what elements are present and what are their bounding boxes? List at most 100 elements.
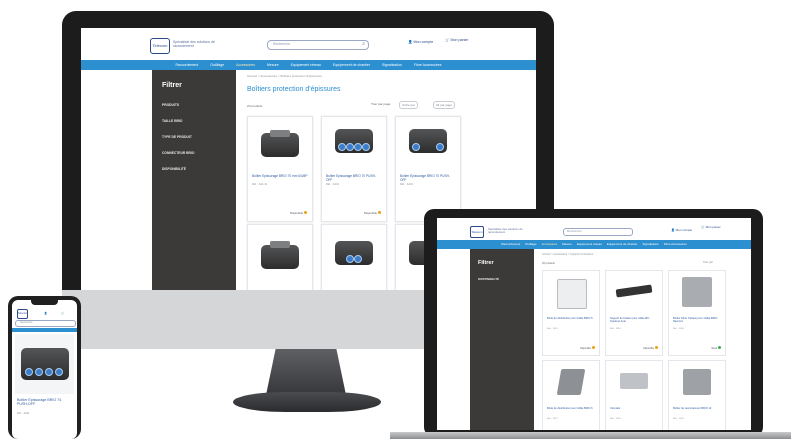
- nav-item-active[interactable]: Accessoires: [234, 60, 257, 70]
- nav-item[interactable]: Fibre Accessoires: [412, 60, 444, 70]
- product-image: [335, 129, 373, 153]
- nav-item[interactable]: Equipement réseau: [577, 240, 602, 249]
- product-image: [557, 279, 587, 309]
- nav-item[interactable]: Mesure: [562, 240, 572, 249]
- filter-title: Filtrer: [478, 260, 494, 266]
- nav-item[interactable]: Mesure: [265, 60, 281, 70]
- product-title[interactable]: Boîte de distribution pour Câble BRIO 5: [547, 317, 597, 320]
- desktop-sort-select[interactable]: Ordre par: [399, 101, 418, 109]
- filter-item[interactable]: DISPONIBILITÉ: [478, 277, 499, 281]
- product-card[interactable]: [247, 224, 313, 290]
- search-icon[interactable]: ⌕: [362, 41, 365, 47]
- product-card[interactable]: Boîte de distribution pour Câble BRIO 5 …: [542, 270, 600, 356]
- nav-item[interactable]: Signalisation: [642, 240, 658, 249]
- filter-item[interactable]: TYPE DE PRODUIT: [162, 135, 192, 139]
- filter-item[interactable]: DISPONIBILITÉ: [162, 167, 186, 171]
- nav-item[interactable]: Equipement réseau: [289, 60, 323, 70]
- desktop-monitor-stand-base: [233, 392, 381, 412]
- user-icon: 👤: [408, 40, 413, 44]
- laptop-sort-select[interactable]: Trier par: [703, 261, 713, 264]
- product-availability: Disponible: [290, 211, 307, 215]
- product-image: [683, 369, 711, 395]
- product-title[interactable]: Boîtier Epissurage BRIO 70 mm 6/4/8P: [252, 174, 308, 178]
- product-availability: Stock: [711, 346, 721, 350]
- desktop-search-placeholder: Recherche: [273, 42, 290, 46]
- product-card[interactable]: Boîtier Epissurage BRIO 70 PUSH-OFF Réf.…: [321, 116, 387, 222]
- filter-item[interactable]: PRODUITS: [162, 103, 179, 107]
- product-image: [409, 129, 447, 153]
- product-ref: Réf. : 4A1-11: [252, 183, 268, 186]
- laptop-base: [390, 432, 791, 439]
- filter-item[interactable]: TAILLE BRIO: [162, 119, 182, 123]
- laptop-search-input[interactable]: Recherche: [563, 228, 633, 236]
- product-title[interactable]: Boîtier Epissurage BRIO 70 PUSH-OFF: [400, 174, 456, 182]
- nav-item-active[interactable]: Accessoires: [542, 240, 558, 249]
- phone-product-image: [15, 334, 74, 394]
- desktop-search-input[interactable]: Recherche ⌕: [267, 40, 369, 50]
- stock-dot-icon: [378, 211, 381, 214]
- product-title[interactable]: Support de fixation pour câble Ø6 - Syst…: [610, 317, 660, 323]
- laptop-filter-sidebar: Filtrer DISPONIBILITÉ: [470, 249, 534, 430]
- product-image: [556, 369, 586, 395]
- product-availability: Disponible: [643, 346, 658, 350]
- desktop-account-link[interactable]: 👤 Mon compte: [408, 40, 433, 44]
- desktop-filter-sidebar: Filtrer PRODUITS TAILLE BRIO TYPE DE PRO…: [152, 70, 236, 290]
- product-title[interactable]: Clé plate: [610, 407, 660, 410]
- laptop-main-nav: Raccordement Outillage Accessoires Mesur…: [437, 240, 751, 249]
- phone-product-ref: Réf. : 4A01: [17, 412, 30, 415]
- nav-item[interactable]: Raccordement: [501, 240, 520, 249]
- desktop-logo[interactable]: Telecom: [150, 38, 170, 54]
- desktop-cart-link[interactable]: 🛒 Mon panier: [445, 38, 468, 42]
- filter-item[interactable]: CONNECTEUR BRIO: [162, 151, 194, 155]
- product-card[interactable]: Boîtier Fibre Optique pour Câble BRIO Ra…: [668, 270, 726, 356]
- product-ref: Réf. : 1015: [547, 328, 558, 330]
- stock-dot-icon: [304, 211, 307, 214]
- laptop-account-link[interactable]: 👤 Mon compte: [671, 228, 692, 232]
- nav-item[interactable]: Outillage: [208, 60, 226, 70]
- product-title[interactable]: Boîtier de raccordement BRIO 12: [673, 407, 723, 410]
- product-ref: Réf. : 4A01: [326, 183, 339, 186]
- phone-screen: Telecom 👤 🛒 Recherche Boîtier Epissurage…: [12, 300, 77, 439]
- product-image: [620, 373, 648, 389]
- desktop-main-nav: Raccordement Outillage Accessoires Mesur…: [81, 60, 536, 70]
- product-title[interactable]: Boîtier Fibre Optique pour Câble BRIO Ra…: [673, 317, 723, 323]
- phone-logo[interactable]: Telecom: [17, 309, 28, 319]
- product-ref: Réf. : 1018: [610, 418, 621, 420]
- nav-item[interactable]: Equipement de chantier: [331, 60, 372, 70]
- desktop-product-count: 20 produits: [247, 104, 263, 108]
- phone-account-icon[interactable]: 👤: [44, 312, 47, 315]
- product-ref: Réf. : 1016: [610, 328, 621, 330]
- phone-notch: [31, 300, 58, 305]
- nav-item[interactable]: Signalisation: [380, 60, 404, 70]
- product-card[interactable]: Support de fixation pour câble Ø6 - Syst…: [605, 270, 663, 356]
- laptop-screen: Telecom Spécialiste des solutions de rac…: [437, 218, 751, 430]
- phone-nav-bar[interactable]: [12, 328, 77, 332]
- phone-search-input[interactable]: Recherche: [15, 320, 76, 327]
- desktop-breadcrumb[interactable]: Accueil > Accessoires > Boîtiers protect…: [247, 74, 322, 78]
- product-card[interactable]: Boîtier de raccordement BRIO 12 Réf. : 1…: [668, 360, 726, 430]
- phone-cart-icon[interactable]: 🛒: [61, 312, 64, 315]
- nav-item[interactable]: Raccordement: [174, 60, 201, 70]
- stock-dot-icon: [592, 346, 595, 349]
- desktop-header: Telecom Spécialiste des solutions de rac…: [81, 28, 536, 60]
- product-ref: Réf. : 1017: [547, 418, 558, 420]
- nav-item[interactable]: Outillage: [525, 240, 536, 249]
- laptop-logo[interactable]: Telecom: [470, 226, 484, 238]
- product-image: [615, 284, 653, 298]
- product-title[interactable]: Boîtier Epissurage BRIO 70 PUSH-OFF: [326, 174, 382, 182]
- product-card[interactable]: [321, 224, 387, 290]
- cart-icon: 🛒: [445, 38, 450, 42]
- product-card[interactable]: Boîte de distribution pour Câble BRIO 6 …: [542, 360, 600, 430]
- product-card[interactable]: Boîtier Epissurage BRIO 70 PUSH-OFF Réf.…: [395, 116, 461, 222]
- product-card[interactable]: Clé plate Réf. : 1018: [605, 360, 663, 430]
- product-title[interactable]: Boîte de distribution pour Câble BRIO 6: [547, 407, 597, 410]
- nav-item[interactable]: Fibre Accessoires: [664, 240, 687, 249]
- laptop-cart-link[interactable]: 🛒 Mon panier: [701, 225, 721, 230]
- product-card[interactable]: Boîtier Epissurage BRIO 70 mm 6/4/8P Réf…: [247, 116, 313, 222]
- phone-product-title[interactable]: Boîtier Epissurage BRIO 74 PUSH-OFF: [17, 398, 73, 407]
- nav-item[interactable]: Equipement de chantier: [607, 240, 638, 249]
- product-image: [261, 241, 299, 269]
- laptop-breadcrumb[interactable]: Accueil > Accessoires > Supports & fixat…: [542, 253, 593, 256]
- desktop-per-page-select[interactable]: 24 par page: [433, 101, 456, 109]
- cart-icon: 🛒: [701, 225, 705, 229]
